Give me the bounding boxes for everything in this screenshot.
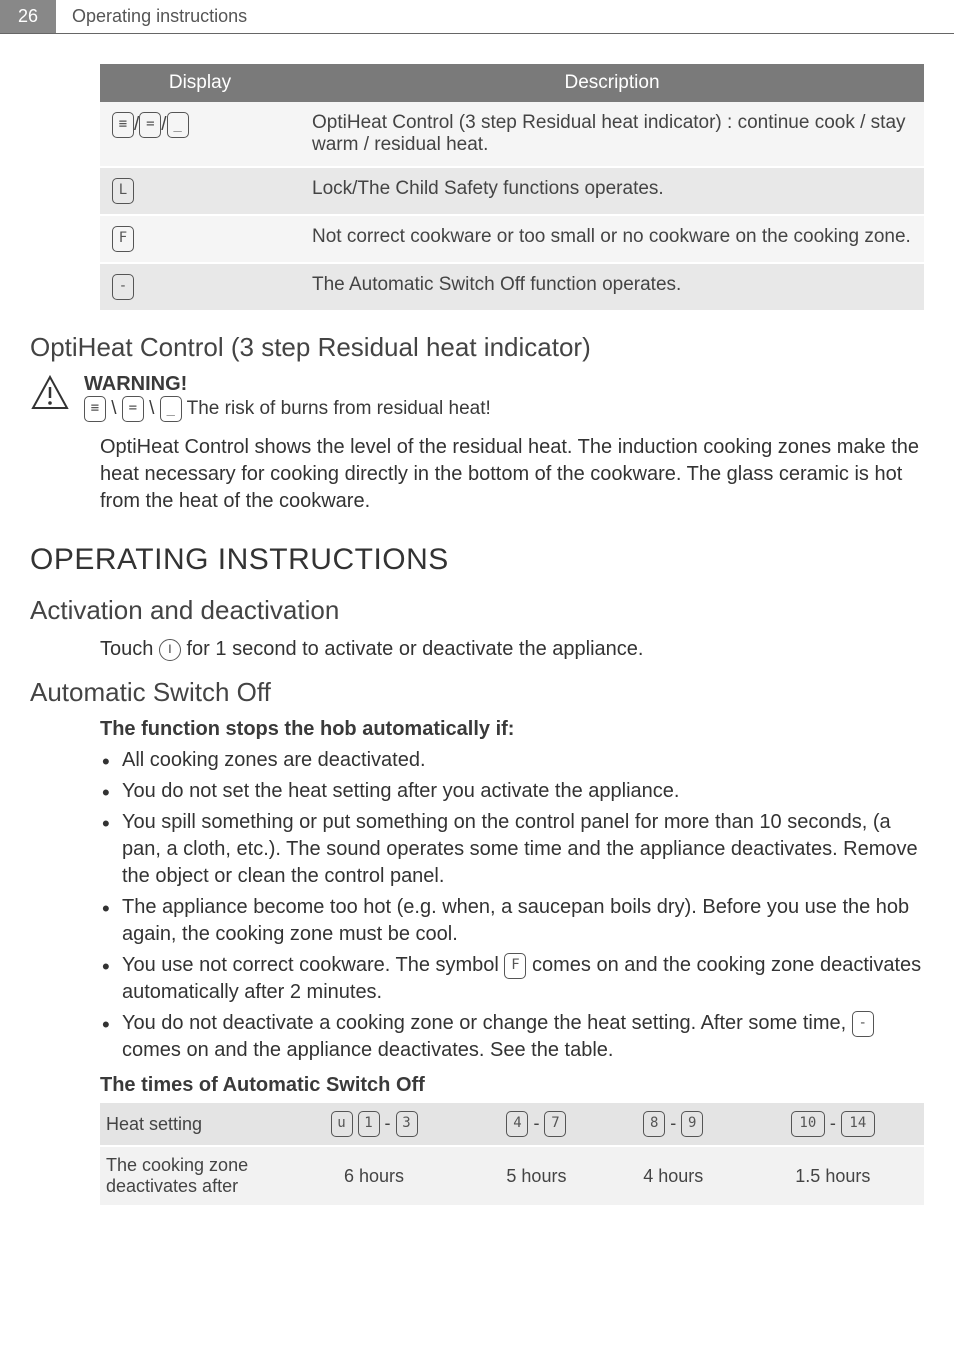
row-label: The cooking zone deactivates after xyxy=(100,1146,280,1206)
breadcrumb: Operating instructions xyxy=(56,0,263,33)
activation-title: Activation and deactivation xyxy=(30,595,924,626)
warning-block: WARNING! ≡ \ = \ _ The risk of burns fro… xyxy=(30,373,924,422)
table-row: ≡/=/_ OptiHeat Control (3 step Residual … xyxy=(100,102,924,167)
glyph-icon: ≡ xyxy=(84,396,106,422)
glyph-icon: 10 xyxy=(791,1111,825,1137)
switch-off-times-table: Heat setting u 1 - 3 4 - 7 8 - 9 10 - 14… xyxy=(100,1103,924,1207)
value-cell: 1.5 hours xyxy=(742,1146,924,1206)
glyph-icon: ≡ xyxy=(112,112,134,138)
range-cell: 8 - 9 xyxy=(605,1103,742,1146)
desc-cell: Not correct cookware or too small or no … xyxy=(300,215,924,263)
list-item: The appliance become too hot (e.g. when,… xyxy=(100,894,924,948)
glyph-icon: = xyxy=(122,396,144,422)
display-description-table: Display Description ≡/=/_ OptiHeat Contr… xyxy=(100,64,924,312)
range-cell: 4 - 7 xyxy=(468,1103,605,1146)
sep: - xyxy=(665,1113,681,1133)
sep: / xyxy=(161,114,166,135)
glyph-icon: 8 xyxy=(643,1111,665,1137)
range-cell: u 1 - 3 xyxy=(280,1103,468,1146)
activation-text: Touch I for 1 second to activate or deac… xyxy=(100,636,924,663)
glyph-icon: 4 xyxy=(506,1111,528,1137)
sep: - xyxy=(825,1113,841,1133)
value-cell: 4 hours xyxy=(605,1146,742,1206)
glyph-icon: 9 xyxy=(681,1111,703,1137)
list-item: You spill something or put something on … xyxy=(100,809,924,890)
list-item: You use not correct cookware. The symbol… xyxy=(100,952,924,1006)
glyph-icon: 1 xyxy=(358,1111,380,1137)
auto-off-intro: The function stops the hob automatically… xyxy=(100,718,924,741)
times-label: The times of Automatic Switch Off xyxy=(100,1074,924,1097)
list-item: You do not deactivate a cooking zone or … xyxy=(100,1010,924,1064)
glyph-icon: 3 xyxy=(396,1111,418,1137)
glyph-icon: - xyxy=(112,274,134,300)
optiheat-title: OptiHeat Control (3 step Residual heat i… xyxy=(30,332,924,363)
glyph-icon: _ xyxy=(167,112,189,138)
col-display: Display xyxy=(100,64,300,102)
power-icon: I xyxy=(159,639,181,661)
value-cell: 5 hours xyxy=(468,1146,605,1206)
warning-icon xyxy=(30,373,70,422)
page-number-badge: 26 xyxy=(0,0,56,33)
glyph-icon: F xyxy=(112,226,134,252)
table-row: F Not correct cookware or too small or n… xyxy=(100,215,924,263)
warning-text: The risk of burns from residual heat! xyxy=(187,398,491,419)
auto-off-title: Automatic Switch Off xyxy=(30,677,924,708)
auto-off-list: All cooking zones are deactivated. You d… xyxy=(100,747,924,1064)
sep: - xyxy=(528,1113,544,1133)
text: comes on and the appliance deactivates. … xyxy=(122,1039,613,1061)
value-cell: 6 hours xyxy=(280,1146,468,1206)
desc-cell: The Automatic Switch Off function operat… xyxy=(300,263,924,311)
glyph-icon: u xyxy=(331,1111,353,1137)
glyph-icon: = xyxy=(139,112,161,138)
glyph-icon: _ xyxy=(160,396,182,422)
glyph-icon: 14 xyxy=(841,1111,875,1137)
col-description: Description xyxy=(300,64,924,102)
heat-setting-header: Heat setting xyxy=(100,1103,280,1146)
table-row: L Lock/The Child Safety functions operat… xyxy=(100,167,924,215)
desc-cell: Lock/The Child Safety functions operates… xyxy=(300,167,924,215)
glyph-icon: L xyxy=(112,178,134,204)
optiheat-body: OptiHeat Control shows the level of the … xyxy=(100,434,924,515)
main-heading: OPERATING INSTRUCTIONS xyxy=(30,543,924,577)
desc-cell: OptiHeat Control (3 step Residual heat i… xyxy=(300,102,924,167)
warning-label: WARNING! xyxy=(84,373,491,396)
text: You do not deactivate a cooking zone or … xyxy=(122,1012,852,1034)
table-row: - The Automatic Switch Off function oper… xyxy=(100,263,924,311)
page-header: 26 Operating instructions xyxy=(0,0,954,34)
list-item: You do not set the heat setting after yo… xyxy=(100,778,924,805)
text: You use not correct cookware. The symbol xyxy=(122,954,504,976)
glyph-icon: - xyxy=(852,1011,874,1037)
glyph-icon: 7 xyxy=(544,1111,566,1137)
text: Touch xyxy=(100,638,159,660)
list-item: All cooking zones are deactivated. xyxy=(100,747,924,774)
sep: - xyxy=(380,1113,396,1133)
glyph-icon: F xyxy=(504,953,526,979)
range-cell: 10 - 14 xyxy=(742,1103,924,1146)
text: for 1 second to activate or deactivate t… xyxy=(181,638,644,660)
sep xyxy=(353,1113,358,1133)
